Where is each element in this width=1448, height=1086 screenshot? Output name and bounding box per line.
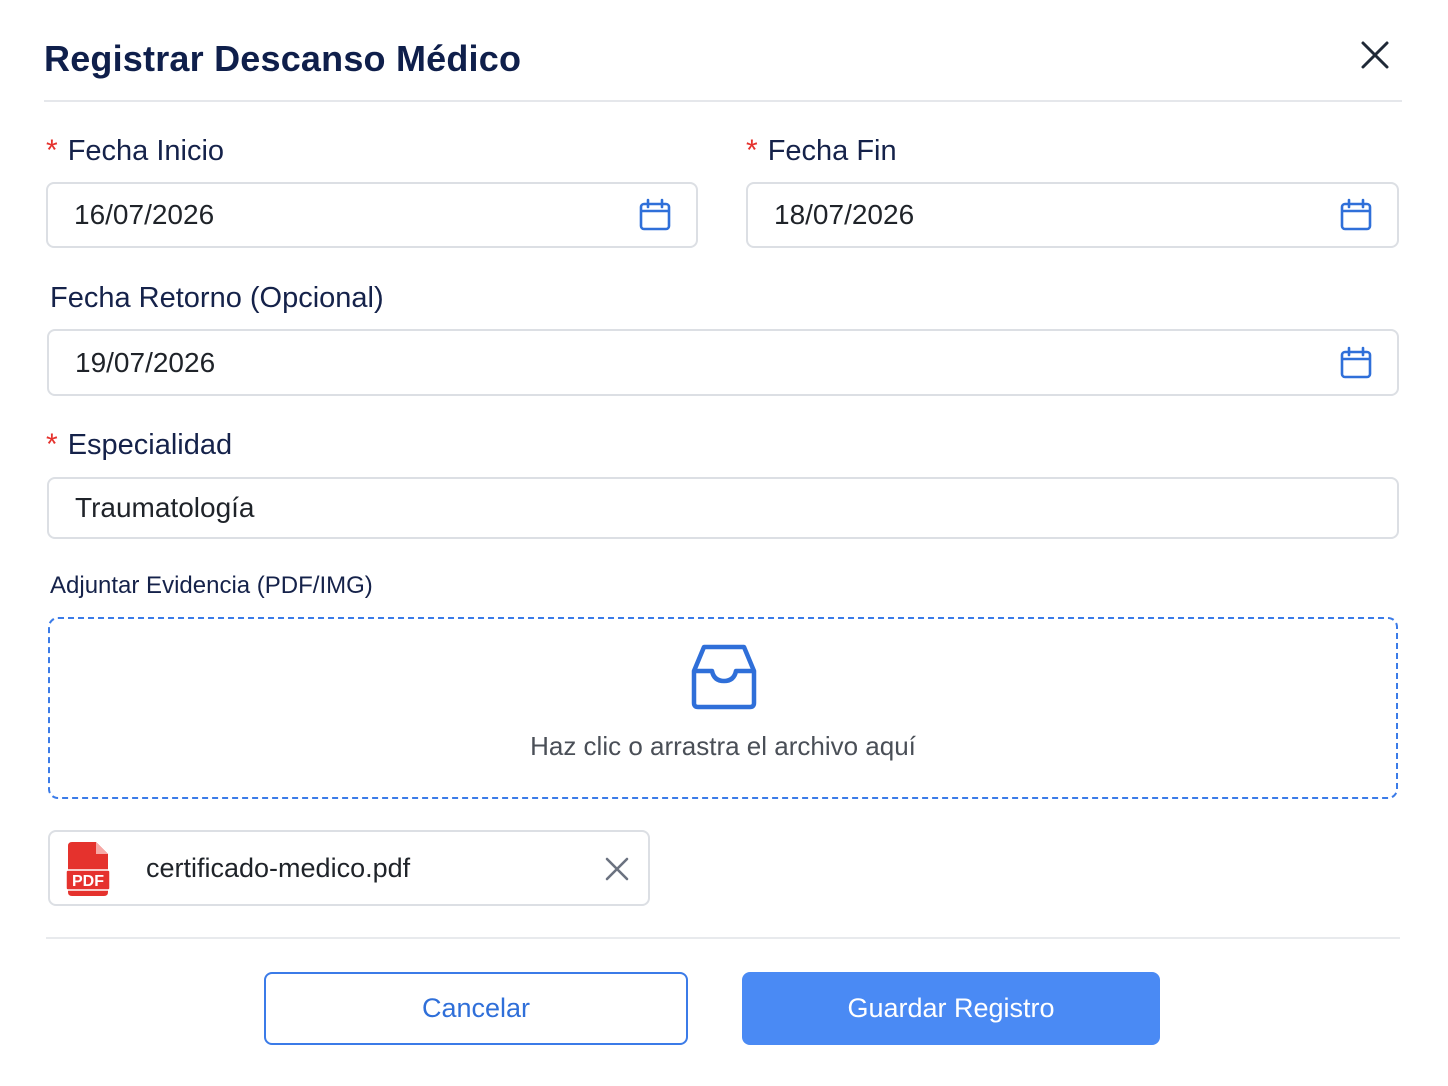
fecha-fin-label-text: Fecha Fin bbox=[767, 135, 897, 167]
fecha-fin-label: * Fecha Fin bbox=[746, 134, 897, 168]
fecha-inicio-label-text: Fecha Inicio bbox=[67, 135, 225, 167]
required-mark: * bbox=[746, 134, 758, 167]
required-mark: * bbox=[46, 428, 58, 461]
remove-file-icon[interactable] bbox=[604, 856, 630, 882]
required-mark: * bbox=[46, 134, 58, 167]
dropzone-text: Haz clic o arrastra el archivo aquí bbox=[530, 731, 916, 761]
fecha-retorno-label: Fecha Retorno (Opcional) bbox=[50, 282, 384, 314]
calendar-icon[interactable] bbox=[1339, 198, 1373, 232]
calendar-icon[interactable] bbox=[1339, 346, 1373, 380]
file-name[interactable]: certificado-medico.pdf bbox=[146, 853, 410, 884]
especialidad-input[interactable]: Traumatología bbox=[47, 477, 1399, 539]
calendar-icon[interactable] bbox=[638, 198, 672, 232]
fecha-inicio-value: 16/07/2026 bbox=[74, 199, 215, 230]
modal-title: Registrar Descanso Médico bbox=[44, 38, 522, 79]
modal-header: Registrar Descanso Médico bbox=[44, 30, 1402, 102]
pdf-badge-text: PDF bbox=[72, 873, 104, 890]
especialidad-label: * Especialidad bbox=[46, 428, 232, 462]
especialidad-value: Traumatología bbox=[75, 492, 255, 523]
fecha-fin-value: 18/07/2026 bbox=[774, 199, 915, 230]
file-dropzone[interactable]: Haz clic o arrastra el archivo aquí bbox=[48, 617, 1398, 799]
fecha-inicio-label: * Fecha Inicio bbox=[46, 134, 224, 168]
fecha-inicio-input[interactable]: 16/07/2026 bbox=[46, 182, 698, 248]
register-medical-leave-modal: Registrar Descanso Médico * Fecha Inicio … bbox=[0, 0, 1448, 1086]
footer-divider bbox=[46, 937, 1400, 939]
fecha-fin-input[interactable]: 18/07/2026 bbox=[746, 182, 1399, 248]
evidencia-label: Adjuntar Evidencia (PDF/IMG) bbox=[50, 572, 373, 599]
pdf-file-icon: PDF bbox=[66, 842, 111, 896]
save-button[interactable]: Guardar Registro bbox=[742, 972, 1160, 1045]
fecha-retorno-input[interactable]: 19/07/2026 bbox=[47, 329, 1399, 396]
cancel-button[interactable]: Cancelar bbox=[264, 972, 688, 1045]
fecha-retorno-value: 19/07/2026 bbox=[75, 346, 216, 378]
close-icon[interactable] bbox=[1358, 38, 1392, 72]
uploaded-file-item: PDF certificado-medico.pdf bbox=[48, 830, 650, 906]
inbox-icon bbox=[691, 644, 757, 710]
especialidad-label-text: Especialidad bbox=[67, 429, 233, 461]
